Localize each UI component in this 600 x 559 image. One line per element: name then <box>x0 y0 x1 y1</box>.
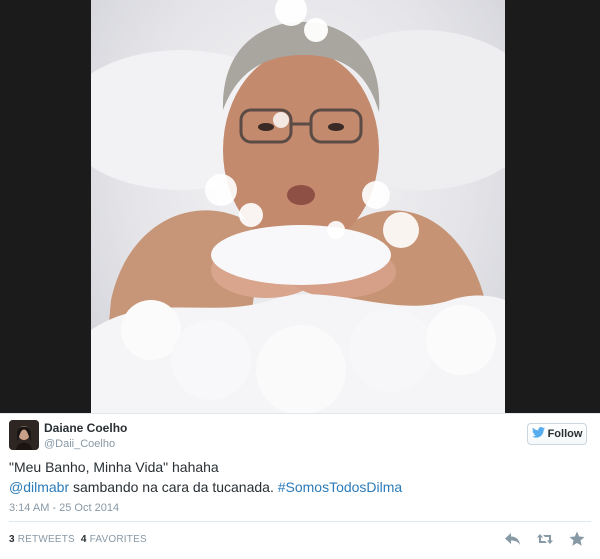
tweet-stats: 3 RETWEETS 4 FAVORITES <box>9 534 147 545</box>
tweet-text-line2: @dilmabr sambando na cara da tucanada. #… <box>9 477 589 497</box>
divider <box>9 521 591 522</box>
retweets-label[interactable]: RETWEETS <box>18 534 75 545</box>
bubble-bath-photo[interactable] <box>91 0 505 413</box>
tweet-text-line1: "Meu Banho, Minha Vida" hahaha <box>9 459 219 475</box>
favorites-label[interactable]: FAVORITES <box>90 534 147 545</box>
tweet-text: "Meu Banho, Minha Vida" hahaha @dilmabr … <box>9 457 589 497</box>
reply-icon[interactable] <box>504 530 522 548</box>
author-handle[interactable]: @Daii_Coelho <box>44 438 115 450</box>
retweets-count[interactable]: 3 <box>9 534 15 545</box>
avatar[interactable] <box>9 420 39 450</box>
bird-icon <box>531 427 545 441</box>
follow-button[interactable]: Follow <box>527 423 587 445</box>
tweet-text-body: sambando na cara da tucanada. <box>69 479 278 495</box>
follow-label: Follow <box>547 428 583 440</box>
tweet-timestamp[interactable]: 3:14 AM - 25 Oct 2014 <box>9 502 119 514</box>
favorites-count[interactable]: 4 <box>81 534 87 545</box>
star-icon[interactable] <box>568 530 586 548</box>
hashtag-link[interactable]: #SomosTodosDilma <box>278 479 403 495</box>
tweet-actions <box>504 530 586 548</box>
retweet-icon[interactable] <box>536 530 554 548</box>
tweet-media[interactable] <box>0 0 600 413</box>
author-name[interactable]: Daiane Coelho <box>44 421 127 435</box>
mention-link[interactable]: @dilmabr <box>9 479 69 495</box>
